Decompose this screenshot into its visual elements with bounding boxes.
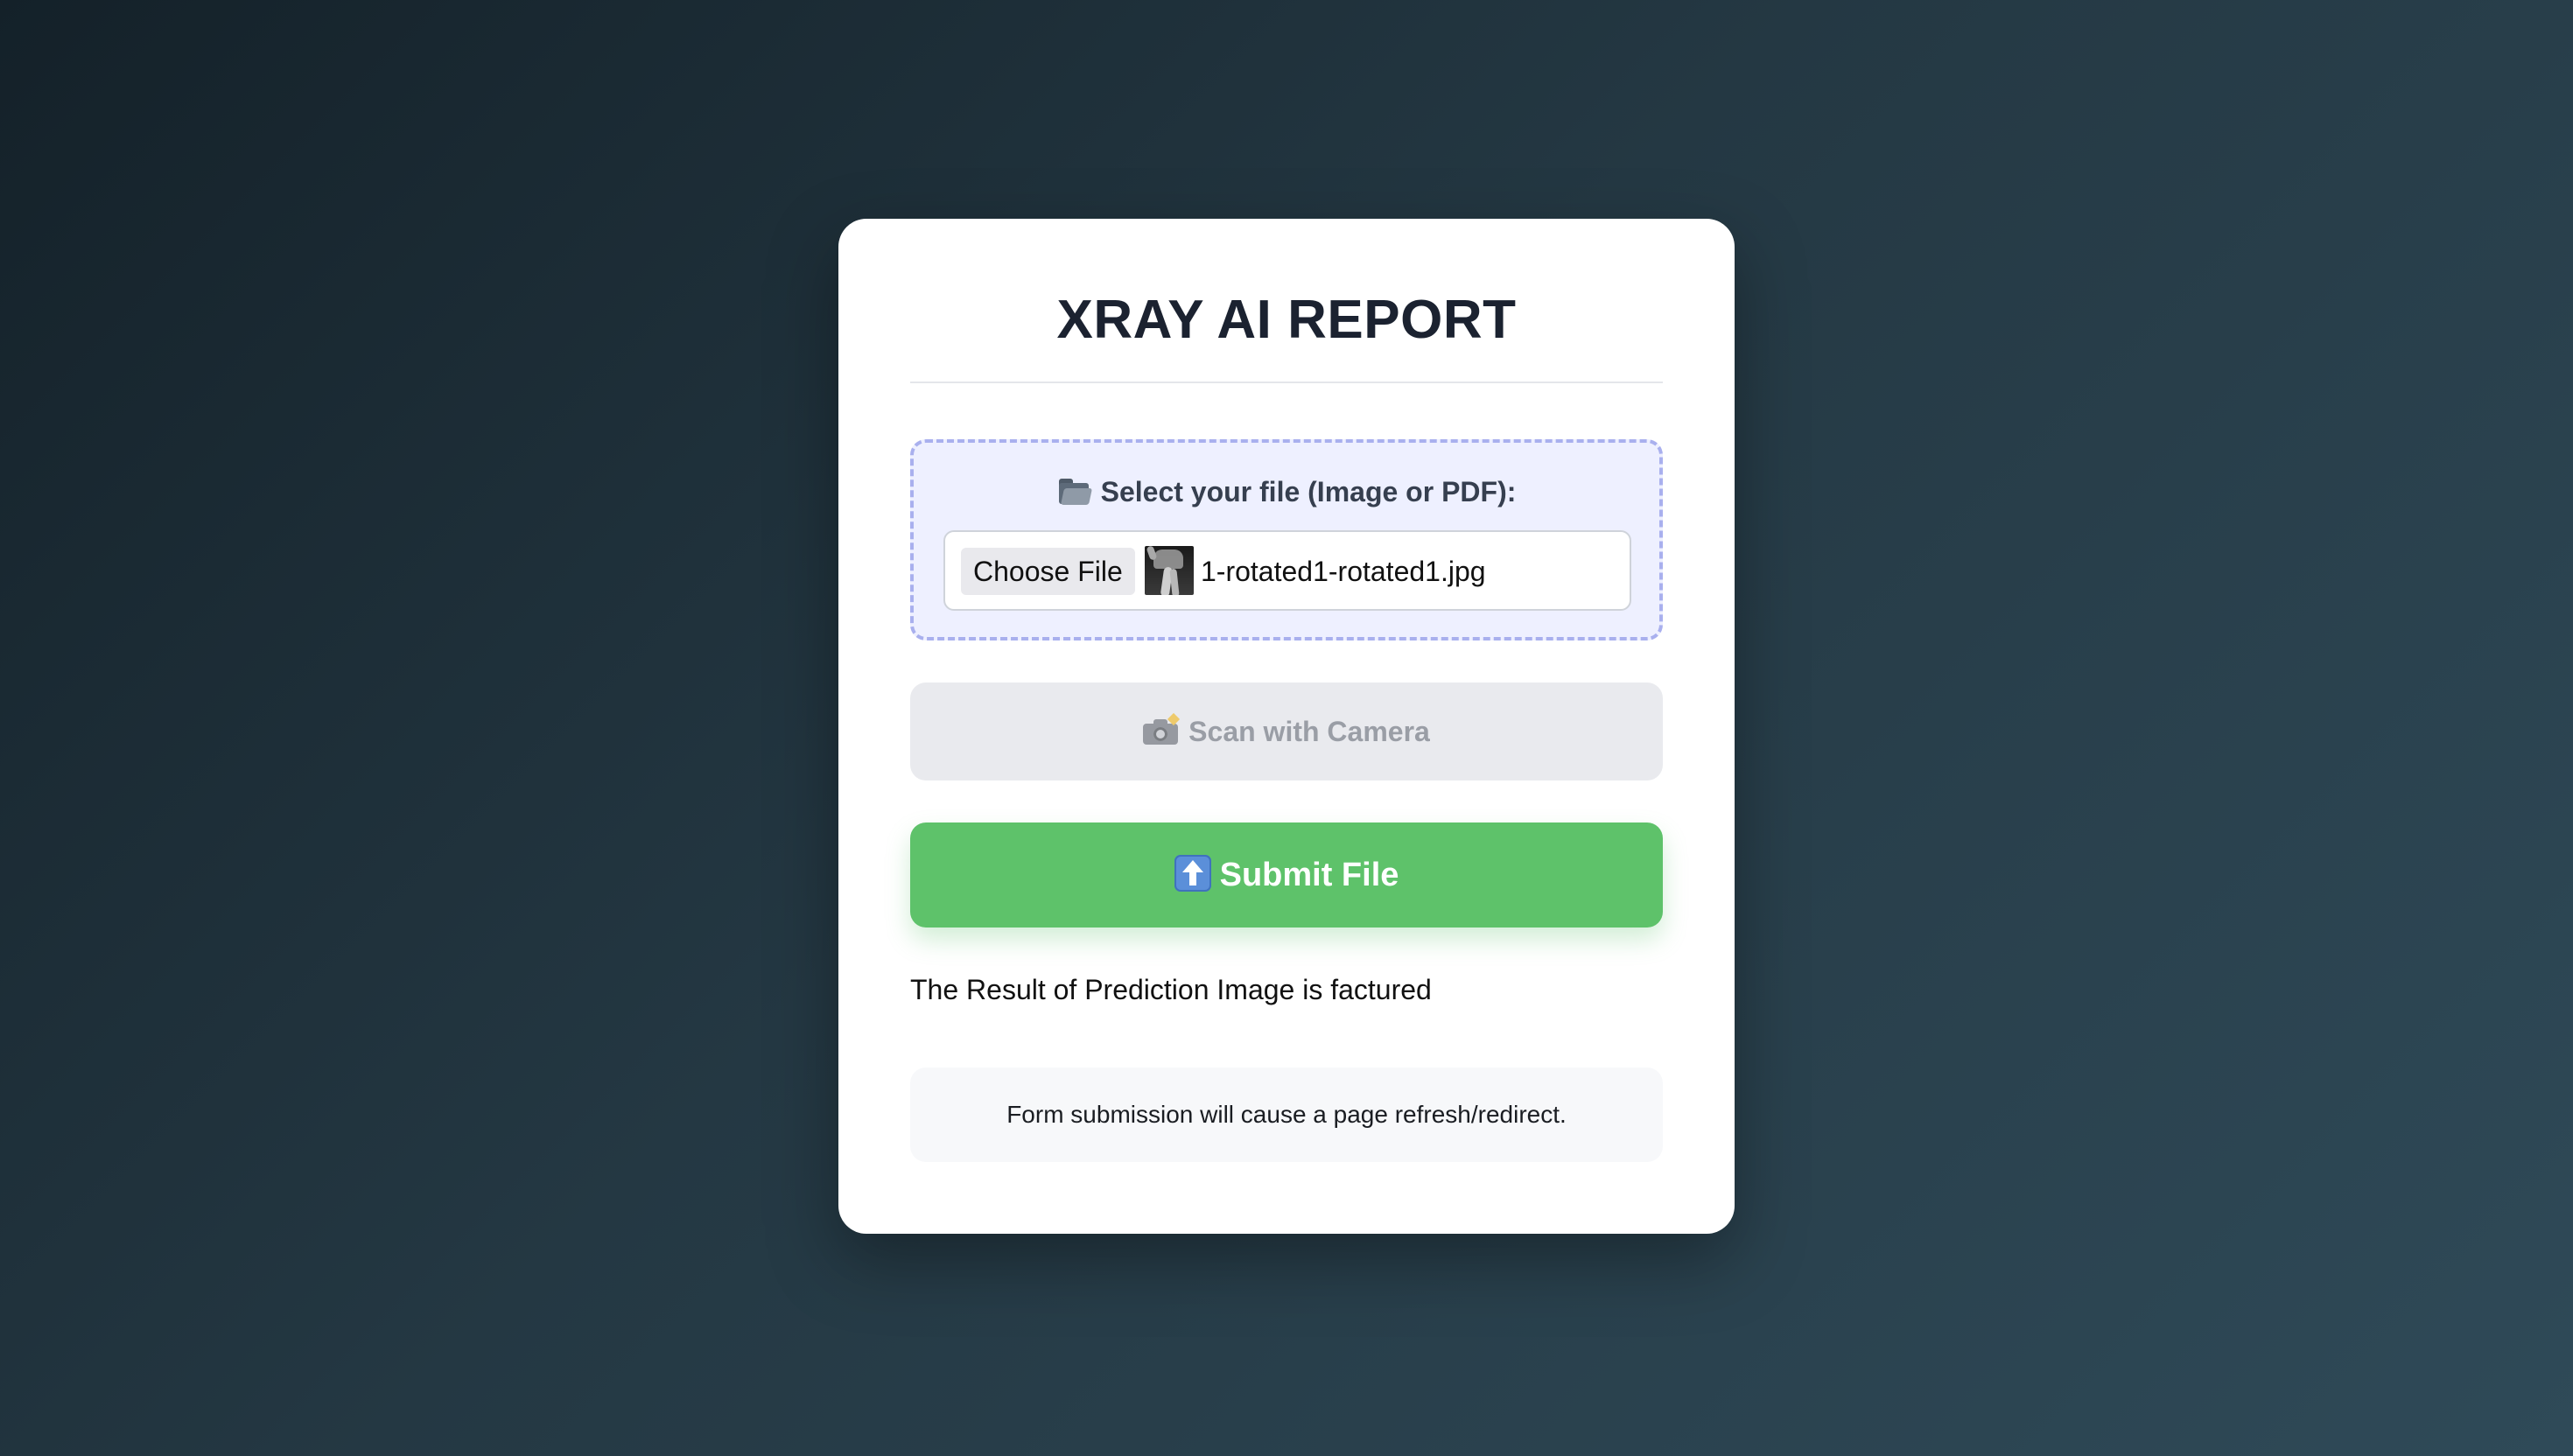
scan-with-camera-button[interactable]: Scan with Camera bbox=[910, 682, 1663, 780]
xray-thumbnail-icon bbox=[1145, 546, 1194, 595]
file-input[interactable]: Choose File 1-rotated1-rotated1.jpg bbox=[943, 530, 1631, 611]
prediction-result-text: The Result of Prediction Image is factur… bbox=[910, 974, 1432, 1005]
up-arrow-icon bbox=[1174, 855, 1211, 892]
form-refresh-note: Form submission will cause a page refres… bbox=[910, 1068, 1663, 1162]
camera-flash-icon bbox=[1143, 712, 1181, 745]
choose-file-button[interactable]: Choose File bbox=[961, 548, 1135, 595]
upload-label-text: Select your file (Image or PDF): bbox=[1100, 476, 1517, 508]
selected-file-name: 1-rotated1-rotated1.jpg bbox=[1201, 556, 1486, 587]
page-title: XRAY AI REPORT bbox=[1056, 290, 1517, 350]
submit-file-button[interactable]: Submit File bbox=[910, 822, 1663, 928]
submit-file-label: Submit File bbox=[1219, 857, 1399, 893]
title-divider bbox=[910, 382, 1663, 383]
report-card: XRAY AI REPORT Select your file (Image o… bbox=[838, 219, 1735, 1234]
scan-with-camera-label: Scan with Camera bbox=[1188, 716, 1430, 747]
folder-icon bbox=[1057, 479, 1092, 505]
upload-label: Select your file (Image or PDF): bbox=[914, 474, 1659, 509]
file-drop-zone[interactable]: Select your file (Image or PDF): Choose … bbox=[910, 439, 1663, 640]
